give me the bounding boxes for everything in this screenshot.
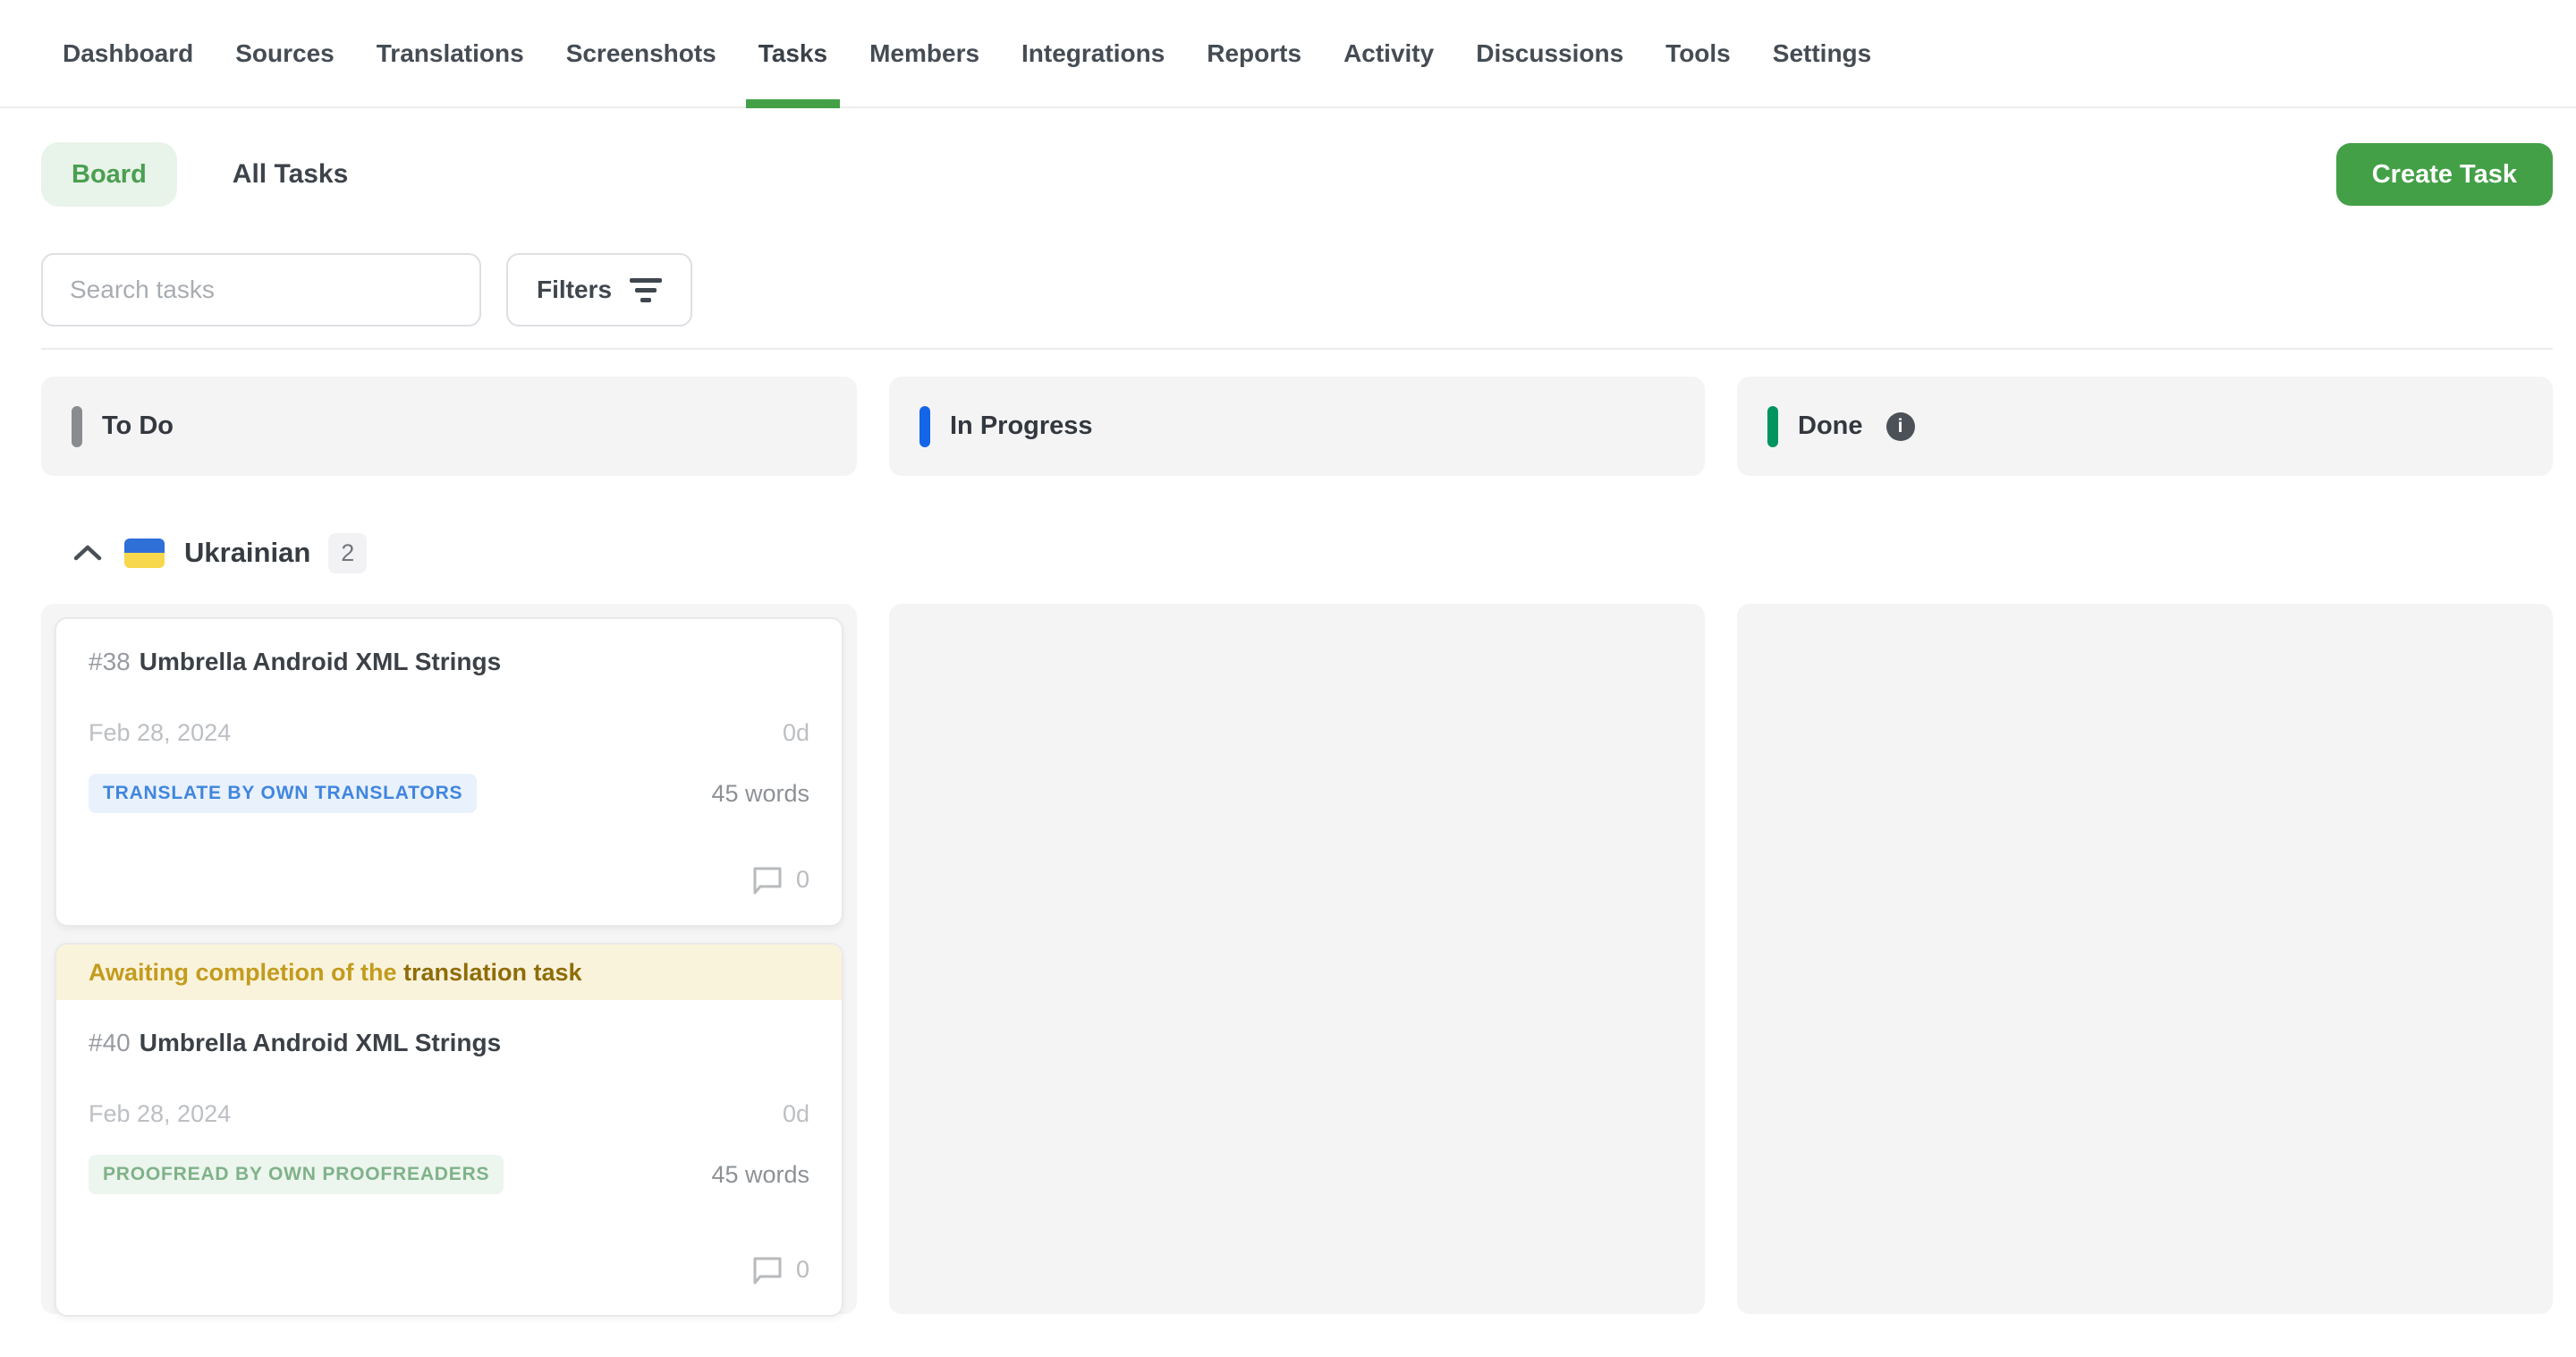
tab-integrations[interactable]: Integrations bbox=[1021, 0, 1165, 106]
flag-bottom-stripe bbox=[124, 553, 165, 568]
task-meta-row: Feb 28, 2024 0d bbox=[89, 1100, 809, 1128]
task-due: 0d bbox=[783, 1100, 809, 1128]
flag-top-stripe bbox=[124, 539, 165, 554]
task-title-row: #38 Umbrella Android XML Strings bbox=[89, 648, 809, 676]
all-tasks-button[interactable]: All Tasks bbox=[233, 159, 349, 190]
task-word-count: 45 words bbox=[711, 1161, 809, 1189]
comment-count: 0 bbox=[796, 1256, 809, 1284]
tab-tools[interactable]: Tools bbox=[1665, 0, 1731, 106]
language-group-name: Ukrainian bbox=[184, 537, 310, 569]
in-progress-status-bar bbox=[919, 406, 930, 447]
task-card-40-body: #40 Umbrella Android XML Strings Feb 28, … bbox=[56, 1000, 842, 1315]
workflow-step-badge: PROOFREAD BY OWN PROOFREADERS bbox=[89, 1155, 504, 1194]
task-chip-row: TRANSLATE BY OWN TRANSLATORS 45 words bbox=[89, 774, 809, 813]
workflow-step-badge: TRANSLATE BY OWN TRANSLATORS bbox=[89, 774, 477, 813]
task-id: #38 bbox=[89, 648, 131, 675]
tab-screenshots[interactable]: Screenshots bbox=[566, 0, 716, 106]
tab-tasks[interactable]: Tasks bbox=[758, 0, 827, 106]
comment-icon bbox=[751, 865, 784, 895]
task-date: Feb 28, 2024 bbox=[89, 719, 231, 747]
tab-sources[interactable]: Sources bbox=[235, 0, 335, 106]
task-card-38-body: #38 Umbrella Android XML Strings Feb 28, … bbox=[56, 619, 842, 925]
task-meta-row: Feb 28, 2024 0d bbox=[89, 719, 809, 747]
done-column bbox=[1737, 604, 2553, 1314]
search-row: Filters bbox=[41, 253, 2553, 327]
chevron-up-icon[interactable] bbox=[72, 543, 103, 563]
search-input[interactable] bbox=[41, 253, 481, 327]
task-comments: 0 bbox=[89, 865, 809, 895]
board-columns: #38 Umbrella Android XML Strings Feb 28, … bbox=[41, 581, 2553, 1314]
tab-settings[interactable]: Settings bbox=[1773, 0, 1871, 106]
filters-label: Filters bbox=[537, 276, 612, 304]
task-comments: 0 bbox=[89, 1255, 809, 1285]
done-column-label: Done bbox=[1798, 411, 1863, 441]
notice-text: Awaiting completion of the bbox=[89, 959, 403, 987]
tab-activity[interactable]: Activity bbox=[1343, 0, 1434, 106]
task-title-row: #40 Umbrella Android XML Strings bbox=[89, 1029, 809, 1057]
task-id: #40 bbox=[89, 1029, 131, 1056]
filter-lines-icon bbox=[630, 278, 662, 302]
tab-dashboard[interactable]: Dashboard bbox=[63, 0, 193, 106]
task-word-count: 45 words bbox=[711, 780, 809, 808]
create-task-button[interactable]: Create Task bbox=[2336, 143, 2553, 206]
column-headers: To Do In Progress Done i bbox=[41, 350, 2553, 476]
todo-column-label: To Do bbox=[102, 411, 174, 441]
language-group-header: Ukrainian 2 bbox=[72, 524, 2553, 581]
filters-button[interactable]: Filters bbox=[506, 253, 692, 327]
task-card-40[interactable]: Awaiting completion of the translation t… bbox=[55, 943, 843, 1317]
task-due: 0d bbox=[783, 719, 809, 747]
top-nav: Dashboard Sources Translations Screensho… bbox=[0, 0, 2576, 108]
ukrainian-flag-icon bbox=[124, 539, 165, 568]
todo-column: #38 Umbrella Android XML Strings Feb 28, … bbox=[41, 604, 857, 1314]
task-date: Feb 28, 2024 bbox=[89, 1100, 231, 1128]
board-view-button[interactable]: Board bbox=[41, 142, 177, 207]
language-task-count-badge: 2 bbox=[328, 533, 367, 573]
done-info-icon[interactable]: i bbox=[1886, 412, 1915, 441]
tab-translations[interactable]: Translations bbox=[377, 0, 524, 106]
done-status-bar bbox=[1767, 406, 1778, 447]
task-title: Umbrella Android XML Strings bbox=[140, 648, 501, 675]
translation-task-link[interactable]: translation task bbox=[403, 959, 582, 987]
in-progress-column bbox=[889, 604, 1705, 1314]
comment-icon bbox=[751, 1255, 784, 1285]
column-header-todo: To Do bbox=[41, 377, 857, 476]
toolbar: Board All Tasks Create Task bbox=[41, 142, 2553, 207]
comment-count: 0 bbox=[796, 866, 809, 894]
tab-members[interactable]: Members bbox=[869, 0, 979, 106]
task-chip-row: PROOFREAD BY OWN PROOFREADERS 45 words bbox=[89, 1155, 809, 1194]
column-header-in-progress: In Progress bbox=[889, 377, 1705, 476]
task-title: Umbrella Android XML Strings bbox=[140, 1029, 501, 1056]
column-header-done: Done i bbox=[1737, 377, 2553, 476]
tab-reports[interactable]: Reports bbox=[1207, 0, 1301, 106]
tab-discussions[interactable]: Discussions bbox=[1476, 0, 1623, 106]
in-progress-column-label: In Progress bbox=[950, 411, 1093, 441]
todo-status-bar bbox=[72, 406, 82, 447]
awaiting-completion-notice: Awaiting completion of the translation t… bbox=[56, 945, 842, 1000]
task-card-38[interactable]: #38 Umbrella Android XML Strings Feb 28, … bbox=[55, 617, 843, 927]
